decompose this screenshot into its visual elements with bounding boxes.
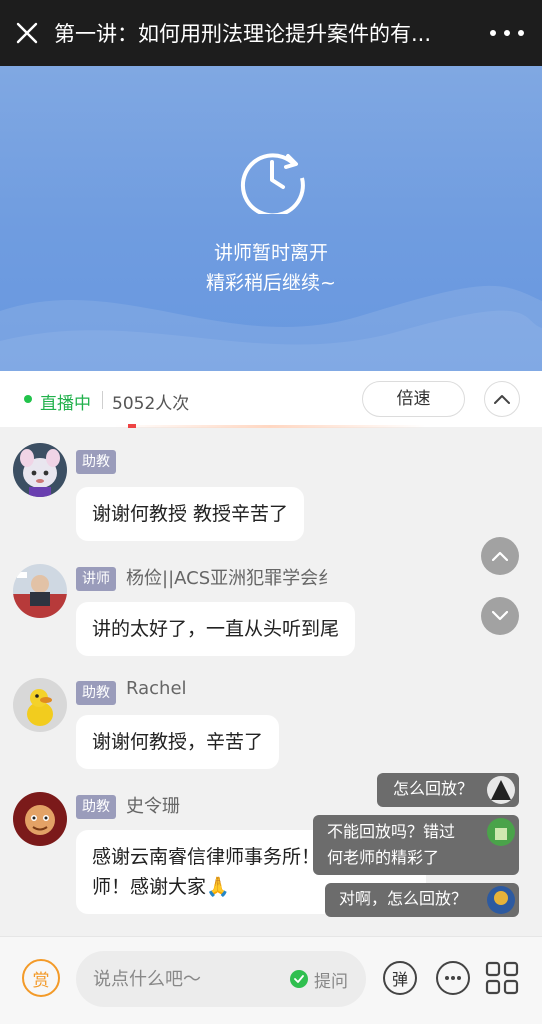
wave-background — [0, 285, 542, 371]
danmaku-text: 何老师的精彩了 — [327, 848, 440, 867]
message-bubble: 谢谢何教授 教授辛苦了 — [76, 487, 305, 541]
scroll-up-button[interactable] — [481, 537, 519, 575]
top-bar: 第一讲：如何用刑法理论提升案件的有... — [0, 0, 542, 66]
close-icon — [16, 22, 38, 44]
live-indicator-dot — [24, 395, 32, 403]
pause-message-line1: 讲师暂时离开 — [213, 242, 328, 264]
bottom-toolbar: 赏 提问 弹 — [0, 936, 542, 1024]
danmaku-item: 怎么回放？ — [377, 773, 519, 807]
playback-speed-button[interactable]: 倍速 — [362, 381, 465, 417]
danmaku-text: 怎么回放？ — [393, 779, 474, 798]
chevron-up-icon — [492, 551, 508, 561]
checkmark-icon — [290, 970, 308, 988]
role-badge: 助教 — [76, 795, 116, 819]
danmaku-text: 对啊，怎么回放？ — [339, 889, 468, 908]
pause-message-line2: 精彩稍后继续~ — [206, 272, 336, 294]
role-badge: 助教 — [76, 681, 116, 705]
sender-name: 杨俭||ACS亚洲犯罪学会纟 — [126, 568, 337, 589]
more-dot-icon — [518, 30, 524, 36]
grid-icon — [485, 961, 519, 995]
chat-bubble-button[interactable] — [436, 961, 470, 995]
chevron-up-icon — [494, 395, 510, 404]
avatar[interactable] — [13, 564, 67, 618]
danmaku-text: 不能回放吗？错过 — [327, 822, 456, 841]
more-dot-icon — [504, 30, 510, 36]
live-status-bar: 直播中 5052人次 倍速 — [0, 371, 542, 428]
close-button[interactable] — [0, 0, 54, 66]
role-badge: 助教 — [76, 450, 116, 474]
video-player[interactable]: 讲师暂时离开 精彩稍后继续~ — [0, 66, 542, 371]
danmaku-item: 对啊，怎么回放？ — [325, 883, 519, 917]
reward-button[interactable]: 赏 — [22, 959, 60, 997]
live-label: 直播中 — [40, 394, 91, 414]
page-title: 第一讲：如何用刑法理论提升案件的有... — [54, 22, 432, 46]
role-badge: 讲师 — [76, 567, 116, 591]
comment-input[interactable] — [93, 965, 283, 993]
avatar — [487, 886, 515, 914]
sender-name: Rachel — [126, 678, 187, 699]
avatar[interactable] — [13, 443, 67, 497]
more-apps-button[interactable] — [485, 961, 519, 995]
chevron-down-icon — [492, 611, 508, 621]
comment-input-wrapper: 提问 — [76, 951, 366, 1007]
avatar — [487, 818, 515, 846]
avatar[interactable] — [13, 792, 67, 846]
ask-question-toggle[interactable]: 提问 — [290, 967, 348, 992]
scroll-down-button[interactable] — [481, 597, 519, 635]
avatar — [487, 776, 515, 804]
danmaku-toggle-button[interactable]: 弹 — [383, 961, 417, 995]
chat-bubble-icon — [445, 976, 461, 980]
divider — [102, 391, 103, 409]
chat-list[interactable]: 助教 谢谢何教授 教授辛苦了 讲师 杨俭||ACS亚洲犯罪学会纟 讲的太好了，一… — [0, 427, 542, 936]
viewer-count: 5052人次 — [112, 394, 190, 414]
more-menu-button[interactable] — [490, 22, 524, 44]
avatar[interactable] — [13, 678, 67, 732]
ask-label: 提问 — [314, 971, 348, 992]
message-bubble: 谢谢何教授，辛苦了 — [76, 715, 280, 769]
more-dot-icon — [490, 30, 496, 36]
danmaku-item: 不能回放吗？错过 何老师的精彩了 — [313, 815, 519, 875]
collapse-button[interactable] — [484, 381, 520, 417]
message-bubble: 讲的太好了，一直从头听到尾 — [76, 602, 356, 656]
sender-name: 史令珊 — [126, 796, 180, 817]
replay-clock-icon — [240, 153, 305, 214]
